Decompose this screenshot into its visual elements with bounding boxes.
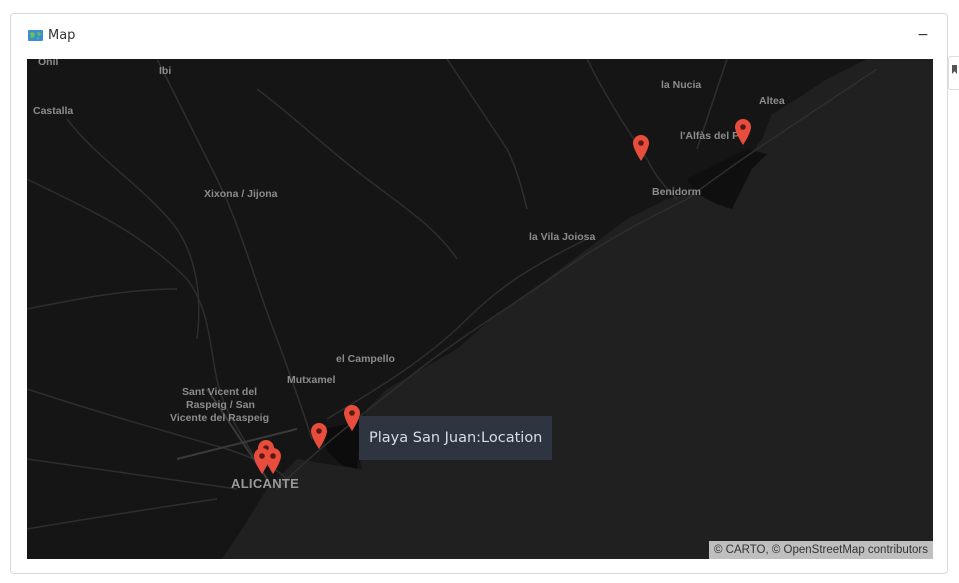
place-label: Altea [759, 95, 785, 107]
place-label: Mutxamel [287, 374, 336, 386]
place-label: Xixona / Jijona [204, 188, 278, 200]
place-label: Raspeig / San [186, 399, 255, 411]
place-label: l'Alfàs del Pi [680, 130, 743, 142]
map-marker-icon[interactable] [265, 448, 281, 474]
side-bookmark-tab[interactable] [948, 56, 959, 90]
map-panel: Map − Onil Ibi Castalla la Nucia Altea l… [10, 13, 948, 574]
place-label: la Vila Joiosa [529, 231, 596, 243]
world-map-icon [28, 30, 43, 41]
map-marker-icon[interactable] [311, 423, 327, 449]
map-tiles [27, 59, 933, 559]
collapse-button[interactable]: − [916, 25, 930, 45]
place-label: el Campello [336, 353, 395, 365]
place-label: Sant Vicent del [182, 386, 258, 398]
panel-header: Map − [11, 14, 947, 59]
map-attribution[interactable]: © CARTO, © OpenStreetMap contributors [708, 541, 933, 559]
place-label: Onil [38, 59, 59, 68]
place-label: Benidorm [652, 186, 702, 198]
place-label: ALICANTE [231, 476, 300, 491]
place-label: Castalla [33, 105, 74, 117]
map-marker-icon[interactable] [735, 119, 751, 145]
map-view[interactable]: Onil Ibi Castalla la Nucia Altea l'Alfàs… [27, 59, 933, 559]
place-label: la Nucia [661, 79, 702, 91]
map-marker-icon[interactable] [633, 135, 649, 161]
place-label: Vicente del Raspeig [170, 412, 270, 424]
marker-tooltip: Playa San Juan:Location [359, 416, 553, 460]
bookmark-icon [952, 65, 957, 74]
map-marker-icon[interactable] [344, 405, 360, 431]
place-label: Ibi [159, 65, 172, 77]
panel-title: Map [48, 28, 76, 43]
